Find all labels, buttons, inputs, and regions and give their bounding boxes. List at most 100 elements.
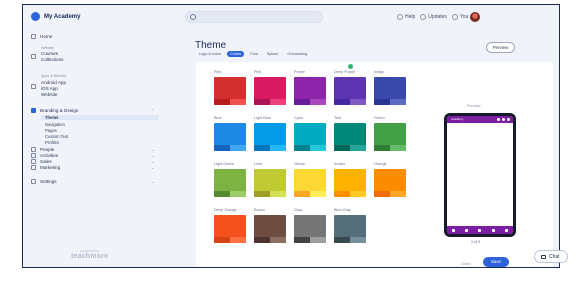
activities-icon xyxy=(31,153,36,158)
swatch-label: Blue Gray xyxy=(334,208,351,212)
preview-button[interactable]: Preview xyxy=(486,42,515,53)
swatch-label: Pink xyxy=(254,70,262,74)
updates-icon xyxy=(420,14,427,20)
swatch-label: Cyan xyxy=(294,116,303,120)
chevron-down-icon[interactable]: ⌄ xyxy=(151,165,154,170)
people-icon xyxy=(31,147,36,152)
help-label: Help xyxy=(405,14,416,20)
avatar[interactable] xyxy=(470,12,481,22)
color-swatch[interactable] xyxy=(214,169,246,197)
search-icon xyxy=(497,118,500,121)
color-swatch[interactable] xyxy=(254,169,286,197)
main-content: Theme Preview Logo & Icons Colors Font S… xyxy=(183,29,559,267)
color-swatch[interactable] xyxy=(334,123,366,151)
user-icon xyxy=(504,228,508,232)
app-window: My Academy Help Updates You Home Website… xyxy=(22,4,560,268)
sidebar-item-people[interactable]: People xyxy=(31,147,54,152)
heart-icon xyxy=(502,118,505,121)
phone-icon xyxy=(31,84,36,89)
chevron-down-icon[interactable]: ⌄ xyxy=(151,153,154,158)
tab-logo-icons[interactable]: Logo & Icons xyxy=(196,51,224,57)
tab-onboarding[interactable]: Onboarding xyxy=(284,51,310,57)
search-icon xyxy=(478,228,482,232)
help-button[interactable]: Help xyxy=(397,14,415,20)
sidebar-item-label: People xyxy=(40,147,55,152)
sidebar-item-home[interactable]: Home xyxy=(31,34,52,39)
user-icon xyxy=(451,14,458,20)
chat-button[interactable]: Chat xyxy=(534,250,568,263)
sidebar-item-website[interactable]: Website xyxy=(41,92,58,97)
updates-label: Updates xyxy=(428,14,447,20)
swatch-label: Light Green xyxy=(214,162,234,166)
teachmore-logo: teachmore xyxy=(71,253,109,260)
color-swatch[interactable] xyxy=(374,77,406,105)
swatch-label: Red xyxy=(214,70,221,74)
sidebar-item-label: Sales xyxy=(40,159,52,164)
sidebar-section-apps: Apps & Website xyxy=(41,74,67,78)
undo-button[interactable]: Undo xyxy=(461,261,471,266)
color-swatch[interactable] xyxy=(254,215,286,243)
color-swatch[interactable] xyxy=(214,77,246,105)
phone-screen: Academy xyxy=(447,116,513,234)
tab-colors[interactable]: Colors xyxy=(227,51,245,57)
swatch-label: Blue xyxy=(214,116,222,120)
sidebar-item-collections[interactable]: Collections xyxy=(41,57,63,62)
color-swatch[interactable] xyxy=(254,123,286,151)
powered-by: powered by teachmore xyxy=(71,249,108,260)
swatch-label: Lime xyxy=(254,162,263,166)
color-swatch[interactable] xyxy=(334,215,366,243)
sidebar-subitem-navigation[interactable]: Navigation xyxy=(45,122,65,127)
tab-splash[interactable]: Splash xyxy=(264,51,282,57)
chevron-down-icon[interactable]: ⌄ xyxy=(151,179,154,184)
color-swatch[interactable] xyxy=(333,76,367,106)
sidebar-item-ios[interactable]: iOS App xyxy=(41,86,58,91)
sidebar-subitem-custom-text[interactable]: Custom Text xyxy=(45,134,68,139)
save-button[interactable]: Save xyxy=(483,257,509,267)
chevron-down-icon[interactable]: ⌄ xyxy=(151,159,154,164)
user-menu[interactable]: You xyxy=(451,12,481,22)
color-swatch[interactable] xyxy=(374,169,406,197)
selected-check-icon xyxy=(348,64,353,69)
home-icon xyxy=(452,228,456,232)
sidebar-item-android[interactable]: Android App xyxy=(41,80,66,85)
search-input[interactable] xyxy=(185,11,323,23)
sidebar-subitem-profiles[interactable]: Profiles xyxy=(45,140,59,145)
sidebar-item-settings[interactable]: Settings xyxy=(31,179,57,184)
sidebar-item-branding[interactable]: Branding & Design xyxy=(31,108,78,113)
chevron-down-icon[interactable]: ⌄ xyxy=(151,147,154,152)
color-swatch[interactable] xyxy=(334,169,366,197)
color-swatch[interactable] xyxy=(374,123,406,151)
color-swatch[interactable] xyxy=(294,77,326,105)
phone-pager[interactable]: 1 of 3 xyxy=(471,240,480,244)
sidebar-item-sales[interactable]: Sales xyxy=(31,159,52,164)
tab-font[interactable]: Font xyxy=(247,51,261,57)
book-icon xyxy=(465,228,469,232)
top-actions: Help Updates You xyxy=(397,12,481,22)
sidebar-subitem-pages[interactable]: Pages xyxy=(45,128,57,133)
brand[interactable]: My Academy xyxy=(31,12,80,21)
color-swatch[interactable] xyxy=(214,123,246,151)
courses-icon xyxy=(31,54,36,59)
swatch-label: Purple xyxy=(294,70,305,74)
sidebar-item-courses[interactable]: Courses xyxy=(41,51,58,56)
swatch-label: Deep Orange xyxy=(214,208,237,212)
swatch-label: Brown xyxy=(254,208,265,212)
home-icon xyxy=(31,34,36,39)
sidebar-subitem-theme[interactable]: Theme xyxy=(41,115,159,120)
sidebar-item-label: Activities xyxy=(40,153,59,158)
color-swatch[interactable] xyxy=(294,123,326,151)
color-swatch[interactable] xyxy=(214,215,246,243)
user-label: You xyxy=(459,14,469,20)
color-swatch[interactable] xyxy=(294,169,326,197)
swatch-label: Teal xyxy=(334,116,341,120)
sidebar-item-label: Home xyxy=(40,34,53,39)
updates-button[interactable]: Updates xyxy=(420,14,447,20)
phone-app-title: Academy xyxy=(451,117,464,121)
sidebar-item-marketing[interactable]: Marketing xyxy=(31,165,60,170)
phone-app-bar-icons xyxy=(497,118,510,121)
color-swatch[interactable] xyxy=(294,215,326,243)
sidebar-item-activities[interactable]: Activities xyxy=(31,153,58,158)
swatch-label: Green xyxy=(374,116,385,120)
color-swatch[interactable] xyxy=(254,77,286,105)
chevron-up-icon[interactable]: ⌃ xyxy=(151,108,154,113)
